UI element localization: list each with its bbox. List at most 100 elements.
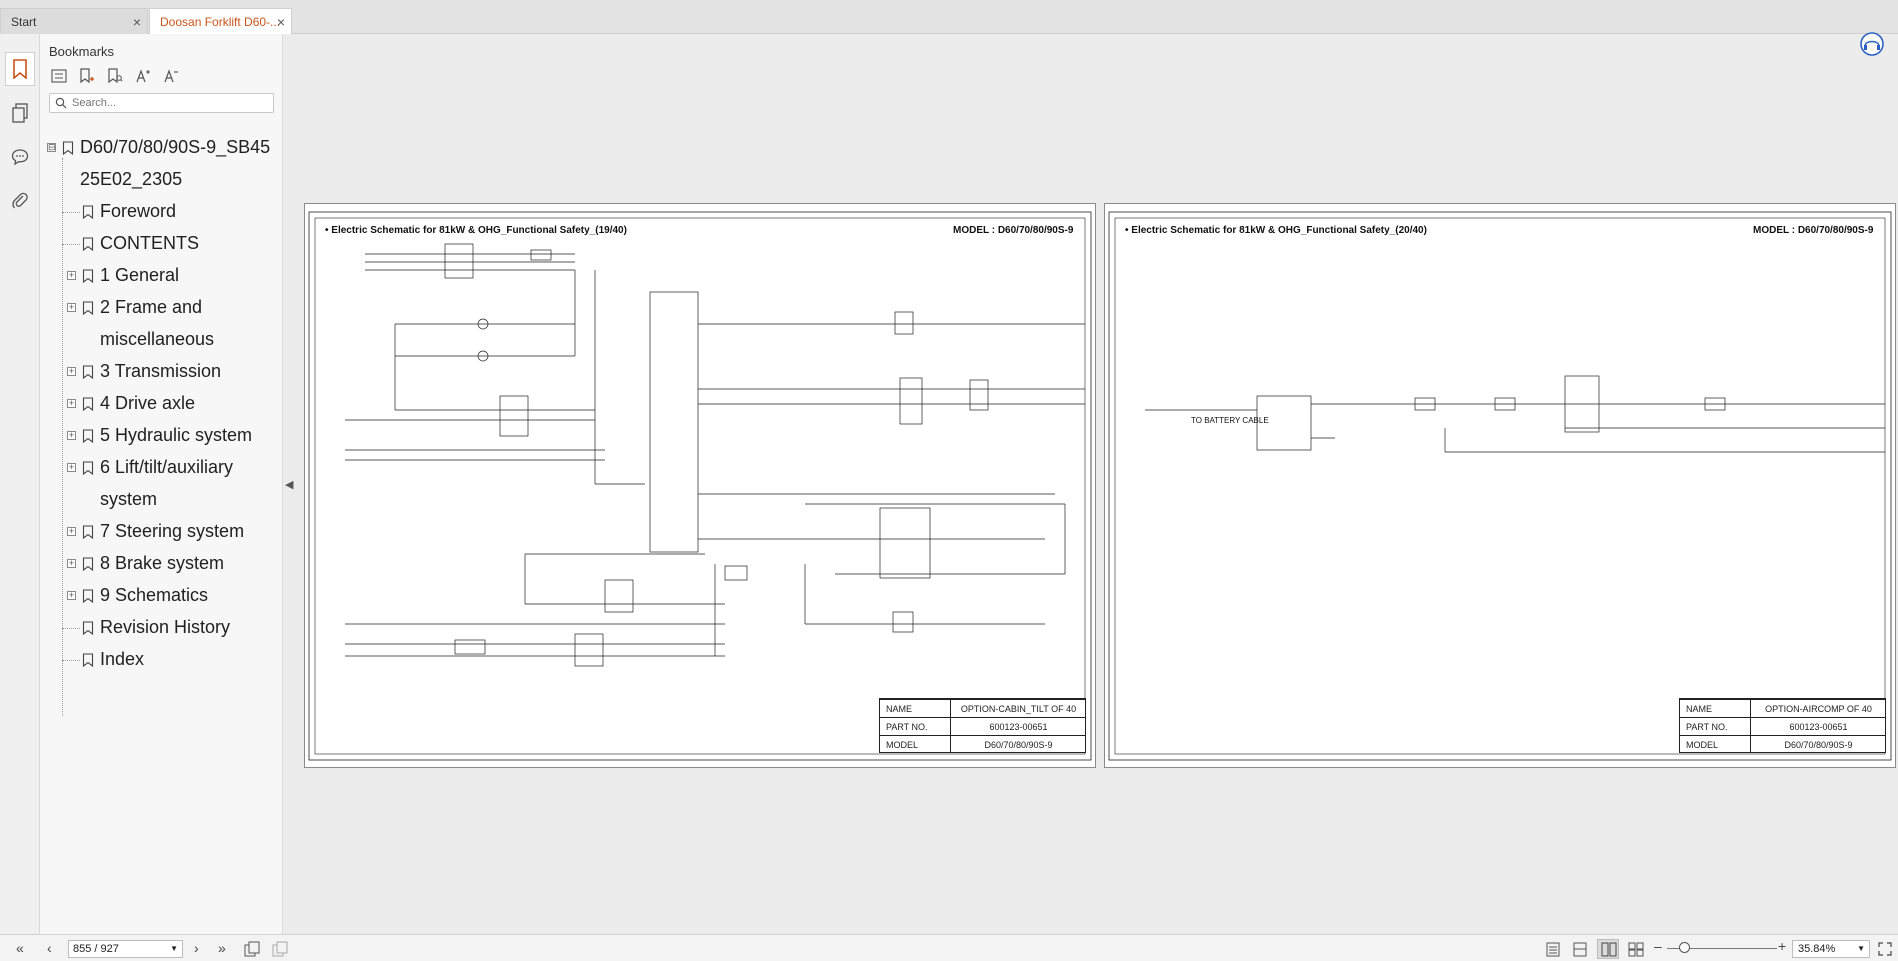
chevron-down-icon[interactable]: ▼ [170, 941, 178, 957]
status-bar: « ‹ 855 / 927 ▼ › » – + 35.84% ▼ [0, 934, 1898, 961]
bookmark-label: 5 Hydraulic system [100, 425, 253, 445]
page-title: • Electric Schematic for 81kW & OHG_Func… [1125, 225, 1427, 236]
close-icon[interactable]: × [133, 9, 141, 35]
bookmark-item[interactable]: +4 Drive axle [40, 390, 283, 422]
bookmark-icon [82, 557, 94, 571]
bookmark-item[interactable]: +9 Schematics [40, 582, 283, 614]
expand-toggle[interactable]: + [67, 431, 76, 440]
document-canvas[interactable]: • Electric Schematic for 81kW & OHG_Func… [296, 34, 1898, 934]
title-block-key: MODEL [1686, 740, 1719, 750]
text-increase-icon [136, 69, 150, 83]
continuous-view-icon[interactable] [1573, 942, 1587, 957]
tree-guide [62, 628, 80, 629]
schematic-drawing [1108, 211, 1892, 761]
next-page-button[interactable]: › [194, 940, 199, 956]
prev-page-button[interactable]: ‹ [47, 940, 52, 956]
tab-document[interactable]: Doosan Forklift D60-... × [149, 8, 292, 34]
page-model-header: MODEL : D60/70/80/90S-9 [1753, 225, 1874, 236]
expand-toggle[interactable]: + [67, 303, 76, 312]
bookmark-label: Index [100, 649, 145, 669]
find-bookmark-button[interactable] [104, 66, 126, 86]
bookmark-item[interactable]: +3 Transmission [40, 358, 283, 390]
tree-guide [62, 660, 80, 661]
bookmark-item[interactable]: +8 Brake system [40, 550, 283, 582]
add-bookmark-button[interactable] [76, 66, 98, 86]
expand-toggle[interactable]: + [67, 591, 76, 600]
collapse-toggle[interactable]: ⊟ [47, 143, 56, 152]
bookmark-item[interactable]: CONTENTS [40, 230, 283, 262]
bookmark-item[interactable]: Index [40, 646, 283, 678]
bookmark-label: CONTENTS [100, 233, 199, 253]
single-page-view-icon[interactable] [1546, 942, 1560, 957]
bookmark-item[interactable]: +6 Lift/tilt/auxiliary system [40, 454, 283, 518]
last-page-button[interactable]: » [218, 940, 226, 956]
title-block-row: NAME OPTION-CABIN_TILT OF 40 [880, 699, 1085, 717]
bookmark-search-box[interactable] [49, 93, 274, 113]
bookmark-icon [82, 397, 94, 411]
bookmark-item[interactable]: Foreword [40, 198, 283, 230]
bookmark-label: Revision History [100, 617, 231, 637]
close-icon[interactable]: × [277, 9, 285, 35]
bookmark-item[interactable]: Revision History [40, 614, 283, 646]
bookmark-icon [82, 621, 94, 635]
two-page-continuous-icon[interactable] [1628, 942, 1644, 957]
expand-toggle[interactable]: + [67, 463, 76, 472]
comment-icon [11, 149, 29, 166]
title-block-row: PART NO. 600123-00651 [1680, 717, 1885, 735]
bookmark-icon [82, 653, 94, 667]
fullscreen-icon[interactable] [1878, 942, 1892, 956]
attachments-panel-button[interactable] [5, 184, 35, 218]
bookmark-label: 7 Steering system [100, 521, 245, 541]
bookmark-item[interactable]: +7 Steering system [40, 518, 283, 550]
bookmark-label: 1 General [100, 265, 180, 285]
bookmarks-panel-button[interactable] [5, 52, 35, 86]
expand-all-button[interactable] [48, 66, 70, 86]
chevron-down-icon[interactable]: ▼ [1857, 941, 1865, 957]
title-block-key: NAME [1686, 704, 1713, 714]
bookmark-icon [62, 141, 74, 155]
title-block-key: NAME [886, 704, 913, 714]
bookmark-item[interactable]: +2 Frame and miscellaneous [40, 294, 283, 358]
bookmark-item[interactable]: +5 Hydraulic system [40, 422, 283, 454]
bookmark-label: Foreword [100, 201, 177, 221]
bookmark-search-icon [108, 68, 123, 84]
tab-bar: Start × Doosan Forklift D60-... × [0, 0, 1898, 34]
title-block-row: NAME OPTION-AIRCOMP OF 40 [1680, 699, 1885, 717]
bookmark-item[interactable]: ⊟ D60/70/80/90S-9_SB45 25E02_2305 [40, 134, 283, 198]
zoom-slider-thumb[interactable] [1679, 942, 1690, 953]
tab-start[interactable]: Start × [0, 8, 148, 34]
zoom-in-button[interactable]: + [1778, 938, 1786, 954]
paperclip-icon [12, 192, 28, 209]
font-decrease-button[interactable] [160, 66, 182, 86]
expand-toggle[interactable]: + [67, 559, 76, 568]
comments-panel-button[interactable] [5, 140, 35, 174]
fit-page-icon[interactable] [244, 941, 260, 957]
expand-toggle[interactable]: + [67, 527, 76, 536]
title-block: NAME OPTION-CABIN_TILT OF 40 PART NO. 60… [879, 698, 1086, 753]
expand-toggle[interactable]: + [67, 271, 76, 280]
tree-guide [62, 212, 80, 213]
tab-label: Doosan Forklift D60-... [160, 15, 281, 29]
two-page-view-button[interactable] [1597, 939, 1619, 959]
page-number-input[interactable]: 855 / 927 ▼ [68, 940, 183, 958]
rotate-page-icon[interactable] [272, 941, 288, 957]
bookmark-add-icon [80, 68, 94, 84]
bookmarks-panel: Bookmarks ⊟ D60/70/80/90S-9_SB45 25E02_230… [40, 34, 283, 934]
search-icon [55, 97, 67, 109]
collapse-panel-button[interactable]: ◀ [285, 478, 293, 491]
first-page-button[interactable]: « [16, 940, 24, 956]
tree-guide [62, 244, 80, 245]
expand-toggle[interactable]: + [67, 367, 76, 376]
bookmark-icon [82, 301, 94, 315]
zoom-level-select[interactable]: 35.84% ▼ [1792, 940, 1870, 958]
font-increase-button[interactable] [132, 66, 154, 86]
expand-toggle[interactable]: + [67, 399, 76, 408]
bookmark-label-continued: miscellaneous [100, 329, 215, 349]
zoom-out-button[interactable]: – [1654, 938, 1662, 954]
ai-assistant-icon[interactable] [1858, 30, 1886, 58]
title-block-key: PART NO. [886, 722, 928, 732]
title-block-row: MODEL D60/70/80/90S-9 [1680, 735, 1885, 753]
search-input[interactable] [72, 96, 268, 110]
bookmark-item[interactable]: +1 General [40, 262, 283, 294]
pages-panel-button[interactable] [5, 96, 35, 130]
